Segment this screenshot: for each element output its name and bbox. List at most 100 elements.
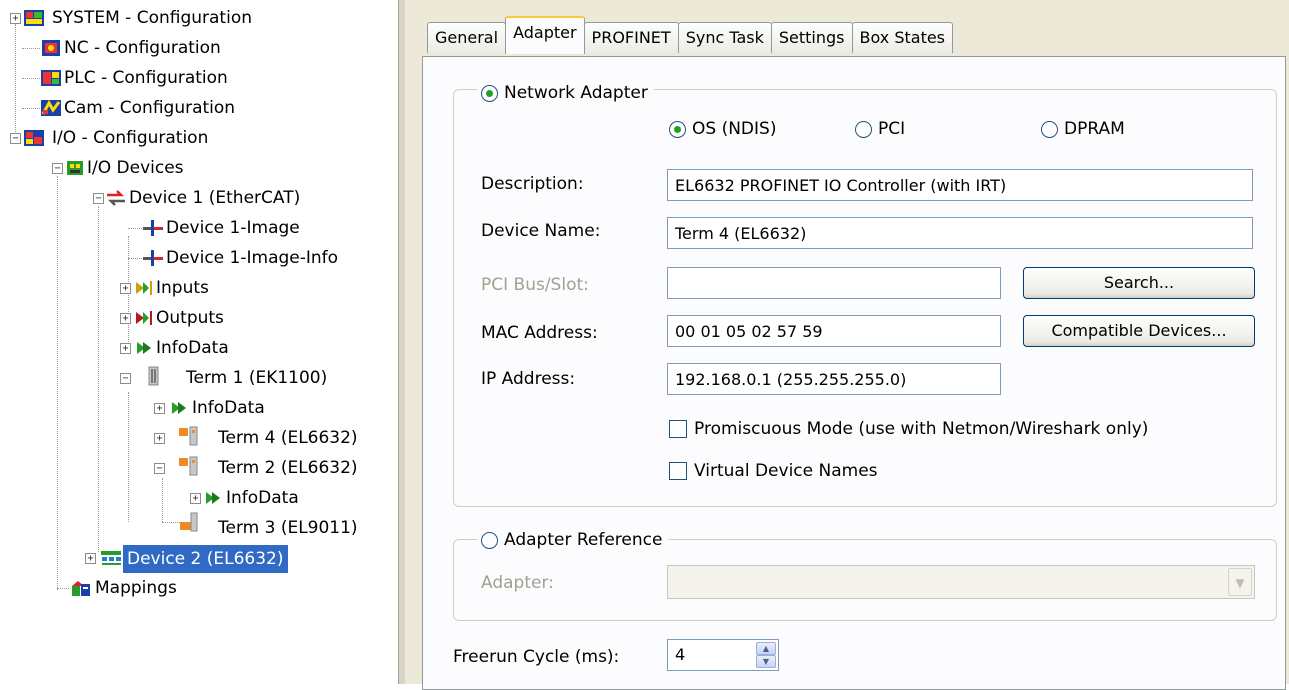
tree-item-device-1[interactable]: Device 1 (EtherCAT) [127, 187, 302, 209]
infodata-icon [206, 492, 220, 504]
tree-item-term-1[interactable]: Term 1 (EK1100) [184, 367, 329, 389]
dpram-radio[interactable]: DPRAM [1041, 119, 1125, 139]
process-image-icon [143, 250, 163, 266]
spin-down-icon[interactable]: ▼ [756, 655, 776, 668]
tree-item-nc[interactable]: NC - Configuration [62, 37, 223, 59]
mac-address-field[interactable]: 00 01 05 02 57 59 [667, 315, 1001, 347]
tree-line [15, 24, 16, 144]
mappings-icon [72, 581, 90, 596]
tab-profinet[interactable]: PROFINET [583, 22, 679, 53]
terminal-icon [179, 456, 198, 476]
infodata-icon [137, 342, 151, 354]
tree-line [57, 588, 69, 589]
tree-item-device-2[interactable]: Device 2 (EL6632) [123, 545, 288, 573]
adapter-tab-page: Network Adapter OS (NDIS) PCI DPRAM Desc… [422, 56, 1286, 690]
tree-item-device-1-image[interactable]: Device 1-Image [164, 217, 302, 239]
adapter-reference-radio[interactable]: Adapter Reference [477, 527, 669, 553]
tree-line [128, 236, 129, 352]
adapter-label: Adapter: [481, 573, 554, 593]
tree-line [98, 206, 99, 552]
process-image-icon [143, 220, 163, 236]
mac-address-label: MAC Address: [481, 323, 598, 343]
tree-item-term-2-infodata[interactable]: InfoData [224, 487, 301, 509]
tree-line [57, 176, 58, 590]
io-devices-icon [67, 161, 83, 175]
os-ndis-label: OS (NDIS) [692, 119, 777, 139]
spin-up-icon[interactable]: ▲ [756, 642, 776, 655]
tree-item-term-4[interactable]: Term 4 (EL6632) [216, 427, 360, 449]
profinet-device-icon [101, 551, 121, 565]
tab-box-states[interactable]: Box States [851, 22, 954, 53]
tree-line [128, 392, 129, 522]
tree-item-term-3[interactable]: Term 3 (EL9011) [216, 517, 360, 539]
expand-button[interactable]: + [154, 403, 165, 414]
collapse-button[interactable]: − [154, 463, 165, 474]
tree-item-system[interactable]: SYSTEM - Configuration [50, 7, 254, 29]
tab-adapter[interactable]: Adapter [505, 16, 585, 54]
properties-panel: General Adapter PROFINET Sync Task Setti… [405, 0, 1289, 690]
outputs-icon [136, 311, 152, 325]
pci-bus-slot-field[interactable] [667, 267, 1001, 299]
promiscuous-mode-checkbox[interactable]: Promiscuous Mode (use with Netmon/Wiresh… [669, 419, 1148, 439]
end-terminal-icon [180, 512, 198, 532]
promiscuous-mode-label: Promiscuous Mode (use with Netmon/Wiresh… [694, 419, 1149, 439]
io-config-icon [24, 130, 44, 146]
ip-address-label: IP Address: [481, 369, 576, 389]
tree-item-mappings[interactable]: Mappings [93, 577, 179, 599]
ip-address-field[interactable]: 192.168.0.1 (255.255.255.0) [667, 363, 1001, 395]
chevron-down-icon[interactable]: ▼ [1228, 568, 1252, 596]
radio-unselected-icon [855, 120, 872, 138]
collapse-button[interactable]: − [120, 373, 131, 384]
os-ndis-radio[interactable]: OS (NDIS) [669, 119, 776, 139]
tree-line [22, 48, 40, 49]
tree-item-device-1-image-info[interactable]: Device 1-Image-Info [164, 247, 340, 269]
expand-button[interactable]: + [85, 553, 96, 564]
nc-config-icon [42, 40, 60, 56]
virtual-device-names-checkbox[interactable]: Virtual Device Names [669, 461, 878, 481]
coupler-terminal-icon [148, 366, 159, 386]
pci-bus-slot-label: PCI Bus/Slot: [481, 275, 589, 295]
freerun-cycle-stepper[interactable]: 4 ▲ ▼ [667, 639, 779, 671]
system-config-icon [24, 10, 44, 26]
collapse-button[interactable]: − [93, 193, 104, 204]
tree-item-outputs[interactable]: Outputs [154, 307, 226, 329]
tree-item-term-2[interactable]: Term 2 (EL6632) [216, 457, 360, 479]
tree-item-term-1-infodata[interactable]: InfoData [190, 397, 267, 419]
expand-button[interactable]: + [190, 493, 201, 504]
tree-item-io-devices[interactable]: I/O Devices [85, 157, 186, 179]
collapse-button[interactable]: − [52, 163, 63, 174]
adapter-combo[interactable]: ▼ [667, 565, 1255, 599]
cam-config-icon [41, 99, 61, 116]
network-adapter-radio[interactable]: Network Adapter [477, 79, 654, 107]
description-field[interactable]: EL6632 PROFINET IO Controller (with IRT) [667, 169, 1253, 201]
pci-radio[interactable]: PCI [855, 119, 905, 139]
dpram-label: DPRAM [1064, 119, 1125, 139]
tree-item-io[interactable]: I/O - Configuration [50, 127, 210, 149]
expand-button[interactable]: + [120, 283, 131, 294]
tree-item-plc[interactable]: PLC - Configuration [62, 67, 230, 89]
search-button[interactable]: Search... [1023, 267, 1255, 299]
collapse-button[interactable]: − [10, 133, 21, 144]
pci-label: PCI [878, 119, 906, 139]
expand-button[interactable]: + [120, 313, 131, 324]
ethercat-device-icon [107, 190, 125, 206]
tree-item-inputs[interactable]: Inputs [154, 277, 211, 299]
tree-item-infodata[interactable]: InfoData [154, 337, 231, 359]
radio-selected-icon [481, 84, 498, 102]
radio-selected-icon [669, 120, 686, 138]
expand-button[interactable]: + [154, 433, 165, 444]
expand-button[interactable]: + [10, 13, 21, 24]
freerun-cycle-label: Freerun Cycle (ms): [453, 647, 620, 667]
configuration-tree[interactable]: + SYSTEM - Configuration NC - Configurat… [0, 0, 398, 684]
tab-settings[interactable]: Settings [770, 22, 853, 53]
tab-general[interactable]: General [427, 22, 507, 53]
tree-item-cam[interactable]: Cam - Configuration [62, 97, 237, 119]
plc-config-icon [41, 70, 61, 86]
expand-button[interactable]: + [120, 343, 131, 354]
freerun-cycle-value: 4 [675, 645, 686, 664]
compatible-devices-button[interactable]: Compatible Devices... [1023, 315, 1255, 347]
radio-unselected-icon [481, 531, 498, 549]
description-label: Description: [481, 174, 584, 194]
device-name-field[interactable]: Term 4 (EL6632) [667, 217, 1253, 249]
tab-sync-task[interactable]: Sync Task [677, 22, 772, 53]
